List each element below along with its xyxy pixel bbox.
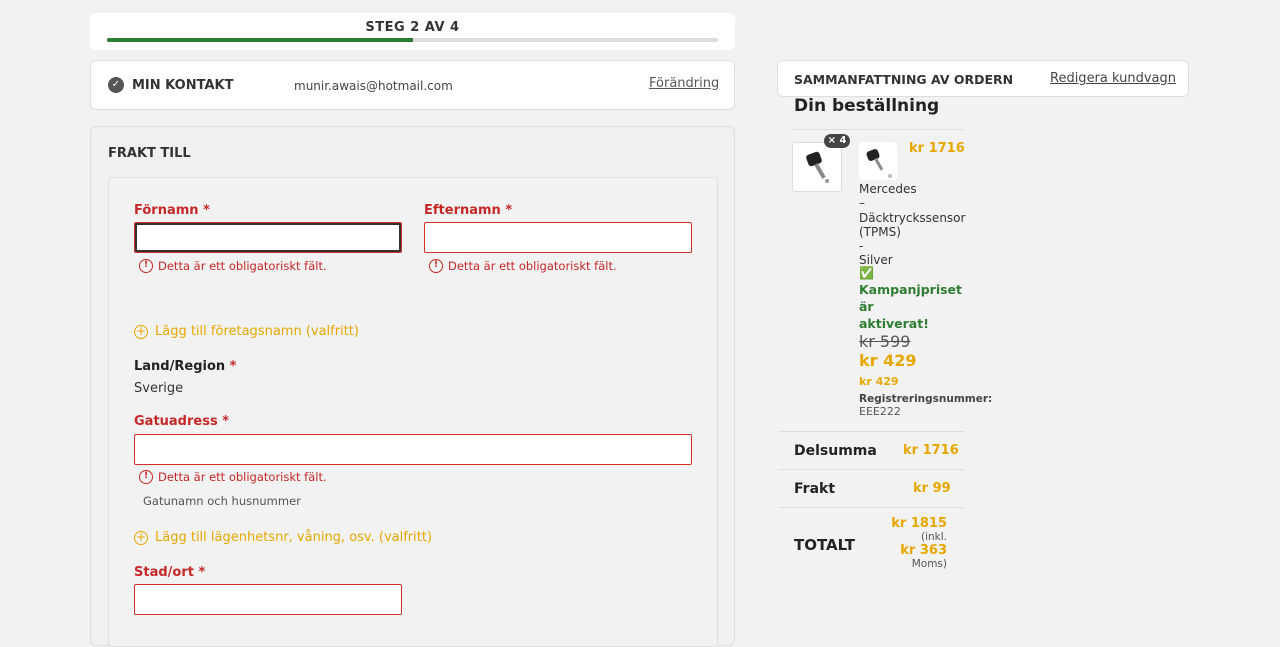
- tax-value: kr 363: [900, 543, 947, 558]
- registration-label: Registreringsnummer:: [859, 393, 993, 405]
- first-name-error: ! Detta är ett obligatoriskt fält.: [139, 259, 327, 273]
- checkout-progress: STEG 2 AV 4: [90, 13, 735, 50]
- edit-cart-link[interactable]: Redigera kundvagn: [1050, 71, 1176, 86]
- shipping-title: FRAKT TILL: [108, 146, 191, 161]
- last-name-label: Efternamn *: [424, 203, 513, 218]
- contact-section: ✓ MIN KONTAKT munir.awais@hotmail.com Fö…: [90, 60, 735, 110]
- subtotal-value: kr 1716: [903, 443, 959, 458]
- divider: [792, 129, 964, 130]
- progress-track: [107, 38, 718, 42]
- quantity-badge: × 4: [824, 134, 850, 148]
- original-price: kr 599: [859, 332, 911, 351]
- incl-label: (inkl.: [920, 531, 947, 543]
- contact-title: MIN KONTAKT: [132, 78, 234, 93]
- check-mark-icon: ✅: [859, 266, 874, 280]
- shipping-cost-label: Frakt: [794, 481, 836, 497]
- product-image: [859, 142, 897, 180]
- first-name-label: Förnamn *: [134, 203, 210, 218]
- total-label: TOTALT: [794, 536, 855, 554]
- add-company-link[interactable]: + Lägg till företagsnamn (valfritt): [134, 324, 359, 339]
- registration-value: EEE222: [859, 405, 901, 418]
- add-apartment-link[interactable]: + Lägg till lägenhetsnr, våning, osv. (v…: [134, 530, 432, 545]
- order-summary-header: SAMMANFATTNING AV ORDERN Redigera kundva…: [777, 60, 1189, 97]
- last-name-error: ! Detta är ett obligatoriskt fält.: [429, 259, 617, 273]
- divider: [778, 507, 964, 508]
- shipping-cost-value: kr 99: [913, 481, 951, 496]
- total-value: kr 1815: [891, 516, 947, 531]
- promo-message: Kampanjpriset är aktiverat!: [859, 282, 963, 331]
- error-icon: !: [429, 259, 443, 273]
- summary-title: SAMMANFATTNING AV ORDERN: [794, 72, 1014, 87]
- contact-email: munir.awais@hotmail.com: [294, 79, 453, 93]
- total-block: kr 1815 (inkl. kr 363 Moms): [880, 516, 947, 570]
- plus-circle-icon: +: [134, 323, 148, 339]
- country-label: Land/Region *: [134, 359, 237, 374]
- address-form: Förnamn * ! Detta är ett obligatoriskt f…: [108, 177, 718, 647]
- city-input[interactable]: [134, 584, 402, 615]
- order-title: Din beställning: [794, 96, 940, 116]
- street-input[interactable]: [134, 434, 692, 465]
- city-label: Stad/ort *: [134, 565, 206, 580]
- product-thumbnail: [792, 142, 842, 192]
- product-name: Mercedes – Däcktryckssensor (TPMS) - Sil…: [859, 182, 966, 268]
- tax-label: Moms): [911, 558, 947, 570]
- check-icon: ✓: [108, 77, 124, 93]
- tpms-sensor-icon: [866, 149, 892, 178]
- plus-circle-icon: +: [134, 529, 148, 545]
- progress-fill: [107, 38, 413, 42]
- unit-price: kr 429: [859, 375, 899, 388]
- change-contact-link[interactable]: Förändring: [649, 76, 719, 91]
- tpms-sensor-icon: [806, 151, 829, 183]
- error-icon: !: [139, 259, 153, 273]
- street-error: ! Detta är ett obligatoriskt fält.: [139, 470, 327, 484]
- first-name-input[interactable]: [134, 222, 402, 253]
- street-hint: Gatunamn och husnummer: [143, 494, 301, 508]
- last-name-input[interactable]: [424, 222, 692, 253]
- item-total-price: kr 1716: [909, 141, 965, 156]
- sale-price: kr 429: [859, 351, 917, 370]
- shipping-section: FRAKT TILL Förnamn * ! Detta är ett obli…: [90, 126, 735, 647]
- country-value[interactable]: Sverige: [134, 381, 183, 396]
- street-label: Gatuadress *: [134, 414, 230, 429]
- subtotal-label: Delsumma: [794, 443, 877, 459]
- error-icon: !: [139, 470, 153, 484]
- progress-label: STEG 2 AV 4: [365, 20, 460, 35]
- divider: [778, 469, 964, 470]
- divider: [778, 431, 964, 432]
